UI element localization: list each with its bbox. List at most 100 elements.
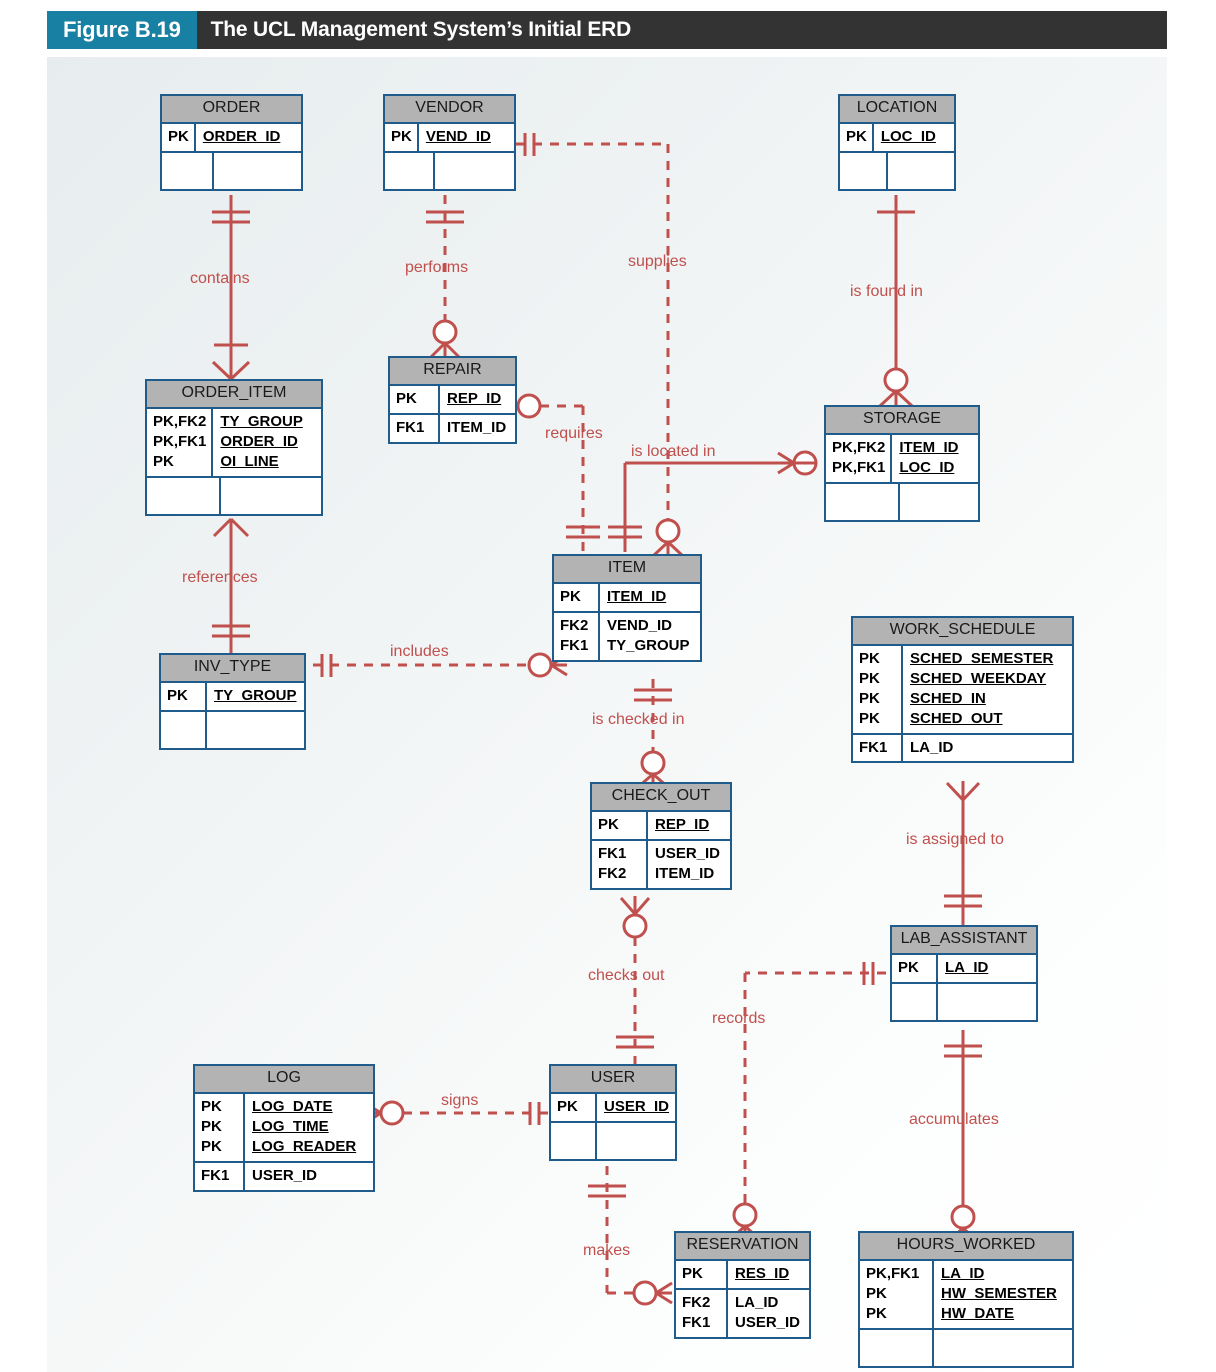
entity-work-schedule-title: WORK_SCHEDULE xyxy=(853,618,1072,646)
entity-hours-worked-blank-key xyxy=(860,1329,934,1366)
entity-storage-blank xyxy=(826,483,978,520)
entity-item-fks: FK2 FK1 VEND_ID TY_GROUP xyxy=(554,612,700,660)
relationship-label-supplies: supplies xyxy=(628,253,687,270)
entity-item-fk-attrcol: VEND_ID TY_GROUP xyxy=(607,616,690,654)
relationship-label-is-assigned-to: is assigned to xyxy=(906,831,1004,848)
entity-item-attrcol: ITEM_ID xyxy=(607,587,667,605)
entity-log-fk-keycol: FK1 xyxy=(195,1162,245,1190)
entity-order-item-blank-attr xyxy=(221,478,321,514)
entity-repair-fk-attrcol: ITEM_ID xyxy=(447,418,507,436)
relationship-label-accumulates: accumulates xyxy=(909,1111,999,1128)
entity-location-title: LOCATION xyxy=(840,96,954,124)
entity-location[interactable]: LOCATION PK LOC_ID xyxy=(838,94,956,191)
entity-user-blank xyxy=(551,1122,675,1159)
entity-inv-type-blank-key xyxy=(161,711,207,748)
entity-vendor-attrcol: VEND_ID xyxy=(425,127,491,145)
entity-work-schedule-keys: PK PK PK PK SCHED_SEMESTER SCHED_WEEKDAY… xyxy=(853,645,1072,735)
relationship-label-includes: includes xyxy=(390,643,449,660)
relationship-label-references: references xyxy=(182,569,258,586)
entity-vendor-blank-attr xyxy=(435,153,514,189)
entity-check-out-keycol: PK xyxy=(592,811,648,839)
entity-check-out-title: CHECK_OUT xyxy=(592,784,730,812)
entity-location-attrcol: LOC_ID xyxy=(880,127,936,145)
entity-user[interactable]: USER PK USER_ID xyxy=(549,1064,677,1161)
entity-reservation-keycol: PK xyxy=(676,1260,728,1288)
entity-order-attrcol: ORDER_ID xyxy=(202,127,281,145)
entity-log-fks: FK1 USER_ID xyxy=(195,1162,373,1190)
entity-hours-worked-title: HOURS_WORKED xyxy=(860,1233,1072,1261)
entity-check-out[interactable]: CHECK_OUT PK REP_ID FK1 FK2 USER_ID ITEM… xyxy=(590,782,732,890)
entity-storage-title: STORAGE xyxy=(826,407,978,435)
relationship-label-performs: performs xyxy=(405,259,469,276)
entity-log[interactable]: LOG PK PK PK LOG_DATE LOG_TIME LOG_READE… xyxy=(193,1064,375,1192)
entity-reservation-fks: FK2 FK1 LA_ID USER_ID xyxy=(676,1289,809,1337)
entity-order[interactable]: ORDER PK ORDER_ID xyxy=(160,94,303,191)
entity-repair-keycol: PK xyxy=(390,385,440,413)
entity-check-out-attrcol: REP_ID xyxy=(655,815,710,833)
entity-vendor-keycol: PK xyxy=(385,123,419,151)
entity-hours-worked-keycol: PK,FK1 PK PK xyxy=(860,1260,934,1328)
entity-check-out-keys: PK REP_ID xyxy=(592,811,730,841)
entity-reservation[interactable]: RESERVATION PK RES_ID FK2 FK1 LA_ID USER… xyxy=(674,1231,811,1339)
entity-inv-type-keycol: PK xyxy=(161,682,207,710)
entity-item[interactable]: ITEM PK ITEM_ID FK2 FK1 VEND_ID TY_GROUP xyxy=(552,554,702,662)
relationship-label-is-found-in: is found in xyxy=(850,283,923,300)
entity-work-schedule[interactable]: WORK_SCHEDULE PK PK PK PK SCHED_SEMESTER… xyxy=(851,616,1074,764)
entity-storage-keycol: PK,FK2 PK,FK1 xyxy=(826,434,893,482)
entity-hours-worked-blank xyxy=(860,1329,1072,1366)
entity-location-keys: PK LOC_ID xyxy=(840,123,954,153)
entity-order-blank xyxy=(162,152,301,189)
entity-repair-fks: FK1 ITEM_ID xyxy=(390,414,515,442)
entity-repair[interactable]: REPAIR PK REP_ID FK1 ITEM_ID xyxy=(388,356,517,444)
entity-reservation-keys: PK RES_ID xyxy=(676,1260,809,1290)
entity-repair-title: REPAIR xyxy=(390,358,515,386)
entity-storage[interactable]: STORAGE PK,FK2 PK,FK1 ITEM_ID LOC_ID xyxy=(824,405,980,522)
relationship-label-contains: contains xyxy=(190,270,250,287)
entity-storage-blank-key xyxy=(826,483,900,520)
relationship-label-checks-out: checks out xyxy=(588,967,665,984)
entity-user-title: USER xyxy=(551,1066,675,1094)
entity-lab-assistant-blank xyxy=(892,983,1036,1020)
entity-location-blank-key xyxy=(840,152,888,189)
entity-work-schedule-fk-keycol: FK1 xyxy=(853,734,903,762)
relationship-label-is-checked-in: is checked in xyxy=(592,711,685,728)
entity-log-fk-attrcol: USER_ID xyxy=(252,1166,318,1184)
entity-order-blank-key xyxy=(162,152,214,189)
entity-hours-worked[interactable]: HOURS_WORKED PK,FK1 PK PK LA_ID HW_SEMES… xyxy=(858,1231,1074,1368)
entity-check-out-fk-attrcol: USER_ID ITEM_ID xyxy=(655,844,721,882)
entity-order-title: ORDER xyxy=(162,96,301,124)
entity-log-title: LOG xyxy=(195,1066,373,1094)
entity-item-keys: PK ITEM_ID xyxy=(554,583,700,613)
entity-vendor-blank xyxy=(385,152,514,189)
entity-lab-assistant-blank-attr xyxy=(938,984,1036,1020)
relationship-label-is-located-in: is located in xyxy=(631,443,716,460)
entity-check-out-fks: FK1 FK2 USER_ID ITEM_ID xyxy=(592,840,730,888)
entity-location-blank xyxy=(840,152,954,189)
entity-user-keycol: PK xyxy=(551,1093,597,1121)
entity-inv-type-blank xyxy=(161,711,304,748)
entity-order-item-attrcol: TY_GROUP ORDER_ID OI_LINE xyxy=(220,412,303,470)
entity-repair-attrcol: REP_ID xyxy=(447,389,502,407)
entity-work-schedule-keycol: PK PK PK PK xyxy=(853,645,903,733)
relationship-label-signs: signs xyxy=(441,1092,479,1109)
figure-title-bar: Figure B.19 The UCL Management System’s … xyxy=(47,11,1167,49)
entity-inv-type-blank-attr xyxy=(207,712,304,748)
entity-order-item-keycol: PK,FK2 PK,FK1 PK xyxy=(147,408,214,476)
figure-number: Figure B.19 xyxy=(47,11,197,49)
entity-inv-type-keys: PK TY_GROUP xyxy=(161,682,304,712)
entity-work-schedule-attrcol: SCHED_SEMESTER SCHED_WEEKDAY SCHED_IN SC… xyxy=(910,649,1054,727)
entity-order-item[interactable]: ORDER_ITEM PK,FK2 PK,FK1 PK TY_GROUP ORD… xyxy=(145,379,323,516)
entity-vendor-title: VENDOR xyxy=(385,96,514,124)
entity-storage-keys: PK,FK2 PK,FK1 ITEM_ID LOC_ID xyxy=(826,434,978,484)
entity-lab-assistant[interactable]: LAB_ASSISTANT PK LA_ID xyxy=(890,925,1038,1022)
entity-user-blank-key xyxy=(551,1122,597,1159)
entity-vendor[interactable]: VENDOR PK VEND_ID xyxy=(383,94,516,191)
entity-order-item-blank xyxy=(147,477,321,514)
entity-item-keycol: PK xyxy=(554,583,600,611)
entity-inv-type[interactable]: INV_TYPE PK TY_GROUP xyxy=(159,653,306,750)
entity-lab-assistant-blank-key xyxy=(892,983,938,1020)
entity-log-keys: PK PK PK LOG_DATE LOG_TIME LOG_READER xyxy=(195,1093,373,1163)
entity-reservation-fk-attrcol: LA_ID USER_ID xyxy=(735,1293,801,1331)
entity-check-out-fk-keycol: FK1 FK2 xyxy=(592,840,648,888)
entity-order-item-title: ORDER_ITEM xyxy=(147,381,321,409)
